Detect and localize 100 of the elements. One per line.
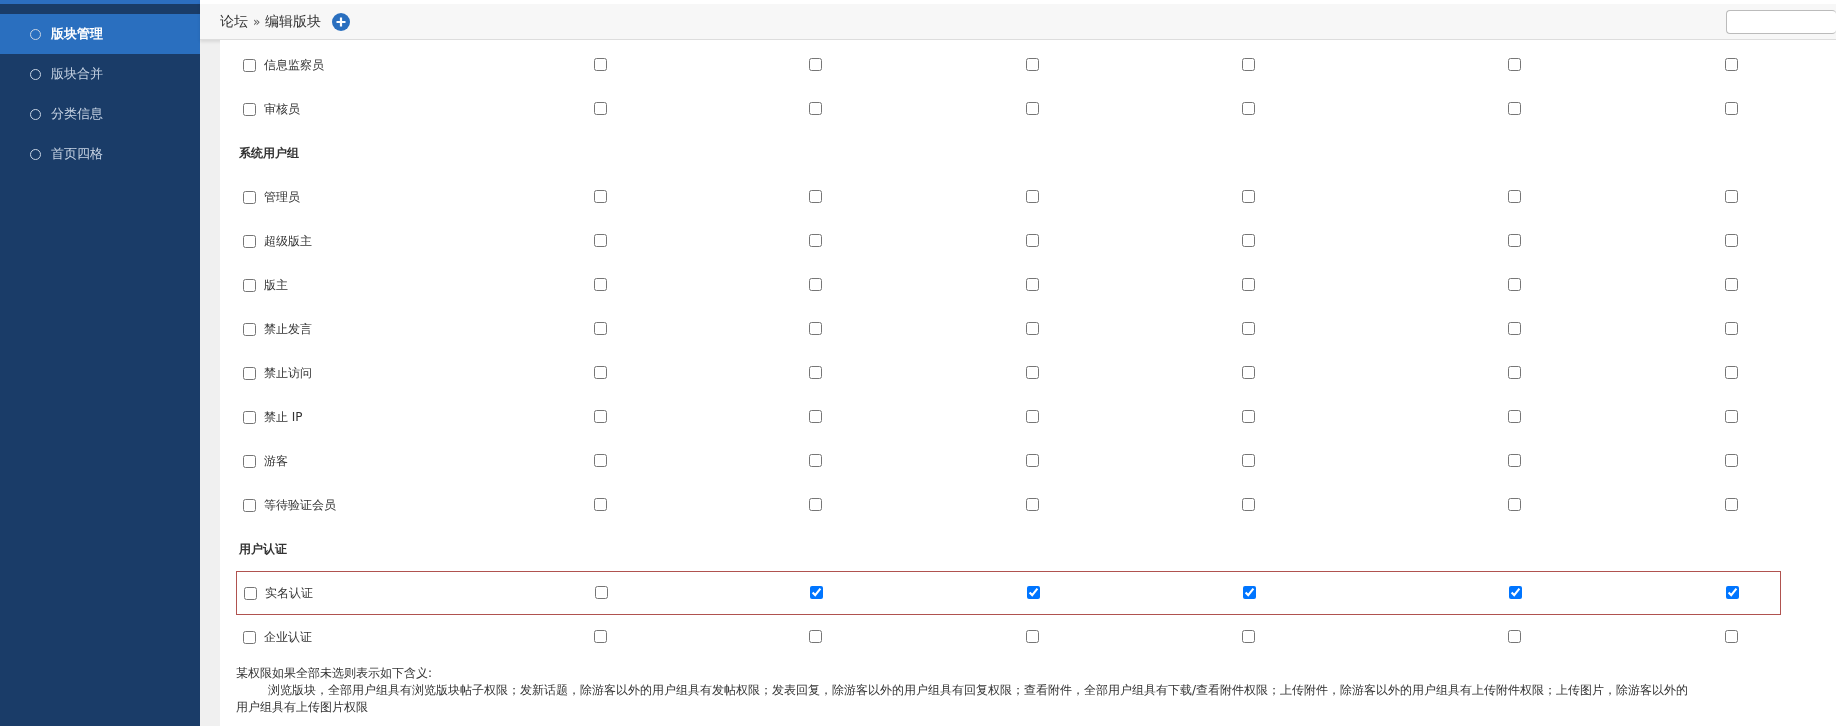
breadcrumb-item: 编辑版块 — [265, 12, 322, 31]
permission-checkbox[interactable] — [594, 365, 607, 379]
group-label: 管理员 — [264, 188, 300, 206]
permission-checkbox[interactable] — [1508, 277, 1521, 291]
group-label: 禁止发言 — [264, 320, 312, 338]
permission-checkbox[interactable] — [810, 585, 823, 599]
permission-checkbox[interactable] — [1242, 365, 1255, 379]
row-checkbox[interactable] — [243, 190, 256, 204]
permission-checkbox[interactable] — [1725, 409, 1738, 423]
permission-checkbox[interactable] — [1508, 101, 1521, 115]
permission-checkbox[interactable] — [1725, 497, 1738, 511]
permission-checkbox[interactable] — [1725, 629, 1738, 643]
permission-checkbox[interactable] — [594, 497, 607, 511]
group-label: 信息监察员 — [264, 56, 324, 74]
permission-checkbox[interactable] — [809, 233, 822, 247]
permission-checkbox[interactable] — [1026, 321, 1039, 335]
sidebar-item[interactable]: 分类信息 — [0, 94, 200, 134]
notes-text: 浏览版块，全部用户组具有浏览版块帖子权限；发新话题，除游客以外的用户组具有发帖权限；发表回复，除游客以外的用户组具有回复权限；查看附件，全部用户组具有下载/查看附件权限；上传附件，除游客以外的用户组具有上传附件权限；上传图片，除游客以外的用户组具有上传图片权限 — [236, 682, 1690, 716]
permission-checkbox[interactable] — [1242, 497, 1255, 511]
permission-checkbox[interactable] — [1508, 189, 1521, 203]
permission-checkbox[interactable] — [1725, 321, 1738, 335]
permission-checkbox[interactable] — [1726, 585, 1739, 599]
permission-checkbox[interactable] — [809, 365, 822, 379]
permission-checkbox[interactable] — [1026, 277, 1039, 291]
permission-checkbox[interactable] — [1242, 453, 1255, 467]
permission-checkbox[interactable] — [1026, 101, 1039, 115]
permission-checkbox[interactable] — [594, 453, 607, 467]
permission-checkbox[interactable] — [1725, 189, 1738, 203]
permission-checkbox[interactable] — [1242, 629, 1255, 643]
row-checkbox[interactable] — [243, 410, 256, 424]
permission-checkbox[interactable] — [1508, 233, 1521, 247]
permission-checkbox[interactable] — [1725, 453, 1738, 467]
permission-checkbox[interactable] — [595, 585, 608, 599]
permission-checkbox[interactable] — [1725, 365, 1738, 379]
permission-checkbox[interactable] — [1508, 365, 1521, 379]
permission-checkbox[interactable] — [1725, 57, 1738, 71]
permission-checkbox[interactable] — [1508, 409, 1521, 423]
permission-checkbox[interactable] — [594, 321, 607, 335]
row-checkbox[interactable] — [243, 366, 256, 380]
add-icon[interactable] — [332, 12, 351, 31]
permission-checkbox[interactable] — [594, 277, 607, 291]
permission-checkbox[interactable] — [1508, 497, 1521, 511]
permission-checkbox[interactable] — [1508, 57, 1521, 71]
permission-checkbox[interactable] — [1509, 585, 1522, 599]
permission-checkbox[interactable] — [1243, 585, 1256, 599]
permission-checkbox[interactable] — [594, 409, 607, 423]
section-heading: 用户认证 — [238, 540, 288, 558]
permission-checkbox[interactable] — [1242, 321, 1255, 335]
permission-checkbox[interactable] — [594, 57, 607, 71]
permission-checkbox[interactable] — [1508, 453, 1521, 467]
permission-checkbox[interactable] — [594, 189, 607, 203]
permission-checkbox[interactable] — [809, 453, 822, 467]
row-checkbox[interactable] — [243, 630, 256, 644]
row-checkbox[interactable] — [243, 322, 256, 336]
permission-checkbox[interactable] — [1026, 497, 1039, 511]
row-checkbox[interactable] — [243, 498, 256, 512]
permission-checkbox[interactable] — [1242, 101, 1255, 115]
permission-checkbox[interactable] — [809, 409, 822, 423]
row-checkbox[interactable] — [243, 234, 256, 248]
permission-checkbox[interactable] — [594, 629, 607, 643]
permission-checkbox[interactable] — [594, 233, 607, 247]
notes-title: 某权限如果全部未选则表示如下含义: — [236, 665, 434, 682]
breadcrumb-item[interactable]: 论坛 — [220, 12, 248, 31]
permission-checkbox[interactable] — [809, 57, 822, 71]
permission-checkbox[interactable] — [809, 189, 822, 203]
permission-checkbox[interactable] — [1026, 629, 1039, 643]
sidebar-item[interactable]: 版块合并 — [0, 54, 200, 94]
permission-checkbox[interactable] — [809, 629, 822, 643]
permission-checkbox[interactable] — [1242, 277, 1255, 291]
permission-checkbox[interactable] — [809, 321, 822, 335]
row-checkbox[interactable] — [243, 102, 256, 116]
permission-checkbox[interactable] — [1026, 233, 1039, 247]
sidebar-item[interactable]: 版块管理 — [0, 14, 200, 54]
permission-checkbox[interactable] — [1725, 233, 1738, 247]
row-checkbox[interactable] — [243, 58, 256, 72]
permission-checkbox[interactable] — [1026, 409, 1039, 423]
permission-checkbox[interactable] — [1242, 189, 1255, 203]
row-checkbox[interactable] — [243, 278, 256, 292]
permission-checkbox[interactable] — [1508, 321, 1521, 335]
permission-checkbox[interactable] — [809, 277, 822, 291]
group-label: 企业认证 — [264, 628, 312, 646]
row-checkbox[interactable] — [244, 586, 257, 600]
permission-checkbox[interactable] — [1725, 101, 1738, 115]
sidebar-item[interactable]: 首页四格 — [0, 134, 200, 174]
permission-checkbox[interactable] — [594, 101, 607, 115]
row-checkbox[interactable] — [243, 454, 256, 468]
permission-checkbox[interactable] — [1026, 453, 1039, 467]
permission-checkbox[interactable] — [1508, 629, 1521, 643]
permission-checkbox[interactable] — [1725, 277, 1738, 291]
search-field[interactable] — [1726, 9, 1836, 34]
permission-checkbox[interactable] — [1026, 57, 1039, 71]
permission-checkbox[interactable] — [1242, 409, 1255, 423]
permission-checkbox[interactable] — [809, 497, 822, 511]
permission-checkbox[interactable] — [1026, 189, 1039, 203]
permission-checkbox[interactable] — [809, 101, 822, 115]
permission-checkbox[interactable] — [1242, 57, 1255, 71]
breadcrumb-separator: » — [253, 14, 261, 29]
permission-checkbox[interactable] — [1026, 365, 1039, 379]
permission-checkbox[interactable] — [1027, 585, 1040, 599]
permission-checkbox[interactable] — [1242, 233, 1255, 247]
